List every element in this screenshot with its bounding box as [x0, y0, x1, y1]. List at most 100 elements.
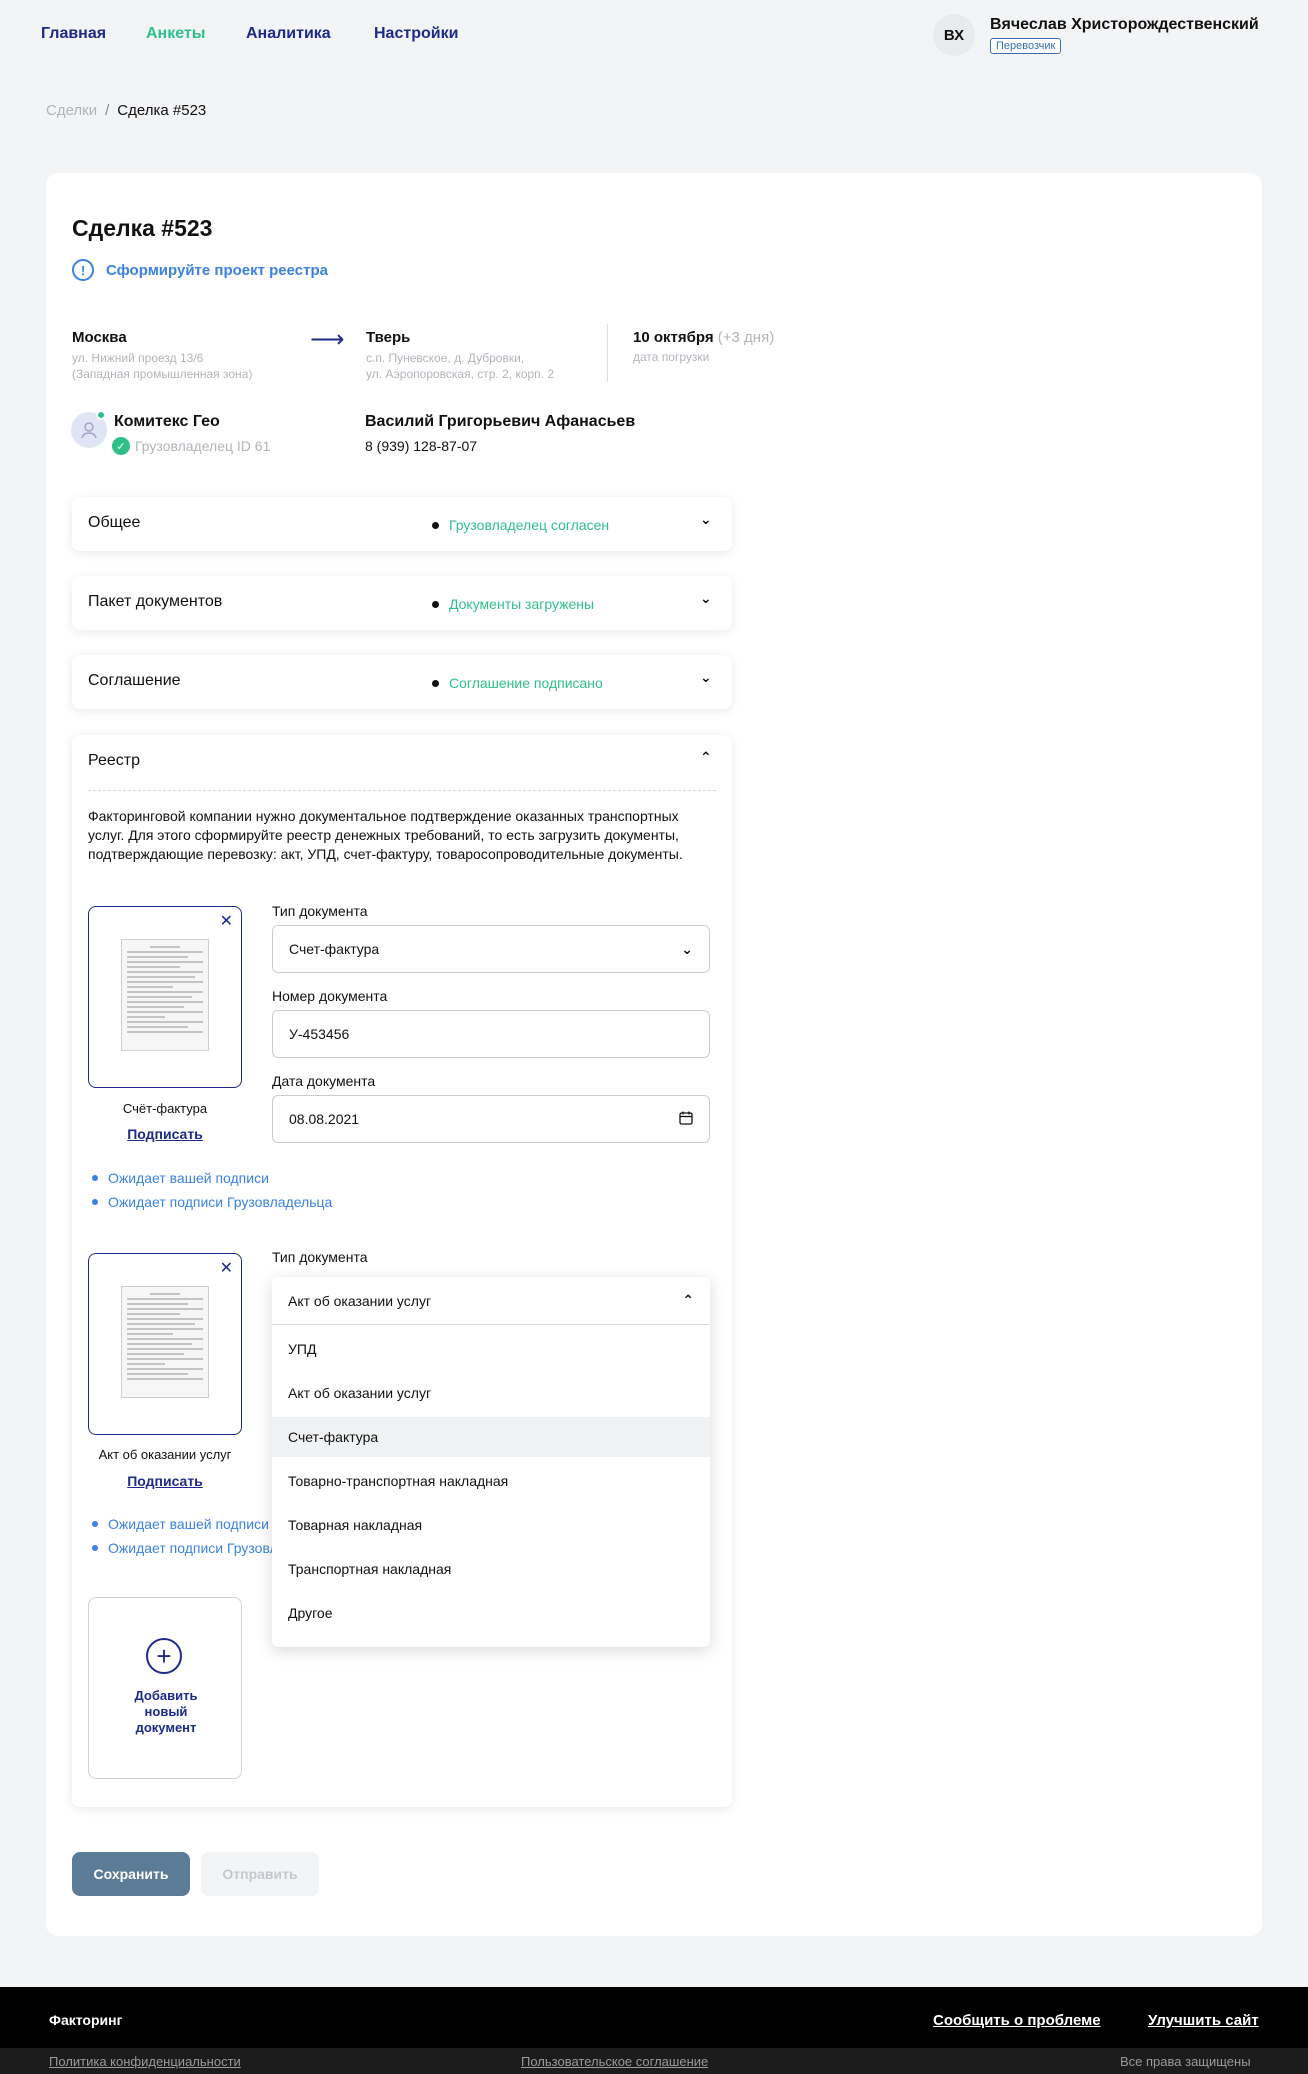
user-name: Вячеслав Христорождественский [990, 16, 1259, 33]
company-name[interactable]: Комитекс Гео [114, 413, 220, 431]
document-number-label: Номер документа [272, 988, 388, 1004]
document-thumbnail-icon [121, 939, 209, 1051]
load-date-label: дата погрузки [633, 350, 710, 364]
accordion-title: Реестр [88, 752, 140, 769]
accordion-general[interactable]: Общее Грузовладелец согласен ⌄ [72, 497, 732, 551]
load-date-value: 10 октября [633, 329, 714, 346]
dropdown-option[interactable]: Товарно-транспортная накладная [272, 1461, 710, 1501]
sign-link[interactable]: Подписать [88, 1473, 242, 1489]
add-document-button[interactable]: + Добавить новый документ [88, 1597, 242, 1779]
contact-name: Василий Григорьевич Афанасьев [365, 413, 636, 430]
company-role-text: Грузовладелец ID 61 [135, 438, 271, 454]
bullet-icon [92, 1175, 98, 1181]
breadcrumb-deals-link[interactable]: Сделки [46, 102, 97, 119]
status-badge: Документы загружены [432, 596, 594, 612]
status-dot-icon [432, 679, 439, 687]
chevron-up-icon[interactable]: ⌃ [700, 749, 712, 766]
document-type-dropdown[interactable]: Акт об оказании услуг ⌃ УПД Акт об оказа… [272, 1277, 710, 1647]
nav-item-settings[interactable]: Настройки [374, 25, 458, 43]
origin-city: Москва [72, 329, 127, 346]
report-problem-link[interactable]: Сообщить о проблеме [933, 2012, 1101, 2029]
chevron-down-icon[interactable]: ⌄ [700, 511, 712, 528]
document-thumbnail-icon [121, 1286, 209, 1398]
destination-city: Тверь [366, 329, 411, 346]
close-icon[interactable]: ✕ [220, 1258, 233, 1278]
document-type-label: Тип документа [272, 903, 368, 919]
document-preview[interactable]: ✕ [88, 1253, 242, 1435]
status-text: Ожидает вашей подписи [108, 1170, 269, 1186]
user-avatar[interactable]: ВХ [933, 14, 975, 56]
close-icon[interactable]: ✕ [220, 911, 233, 931]
load-date-extra: (+3 дня) [717, 329, 775, 346]
document-type-value: Счет-фактура [289, 941, 380, 957]
dropdown-option[interactable]: Акт об оказании услуг [272, 1373, 710, 1413]
status-text: Грузовладелец согласен [449, 517, 610, 533]
document-preview[interactable]: ✕ [88, 906, 242, 1088]
dropdown-option-highlighted[interactable]: Счет-фактура [272, 1417, 710, 1457]
nav-item-forms[interactable]: Анкеты [146, 25, 205, 43]
document-type-select[interactable]: Счет-фактура ⌄ [272, 925, 710, 973]
user-role-badge: Перевозчик [990, 38, 1062, 54]
breadcrumb: Сделки / Сделка #523 [46, 102, 206, 119]
route-destination: Тверь с.п. Пуневское, д. Дубровки, ул. А… [366, 329, 554, 382]
document-caption: Акт об оказании услуг [98, 1447, 232, 1462]
load-date: 10 октября (+3 дня) [633, 329, 774, 346]
status-text: Ожидает подписи Грузовладельца [108, 1194, 333, 1210]
calendar-icon[interactable] [679, 1111, 693, 1128]
document-number-input[interactable]: У-453456 [272, 1010, 710, 1058]
dropdown-selected[interactable]: Акт об оказании услуг ⌃ [272, 1277, 710, 1325]
send-button[interactable]: Отправить [201, 1852, 319, 1896]
bullet-icon [92, 1199, 98, 1205]
alert-message: ! Сформируйте проект реестра [72, 259, 328, 281]
status-awaiting-your-signature: Ожидает вашей подписи [92, 1516, 269, 1532]
status-badge: Соглашение подписано [432, 675, 603, 691]
breadcrumb-current: Сделка #523 [117, 102, 207, 119]
chevron-down-icon[interactable]: ⌄ [700, 669, 712, 686]
plus-circle-icon: + [146, 1638, 182, 1674]
document-caption: Счёт-фактура [122, 1101, 208, 1116]
document-date-value: 08.08.2021 [289, 1111, 360, 1127]
online-indicator [96, 410, 106, 420]
origin-address-line1: ул. Нижний проезд 13/6 [72, 351, 204, 365]
verified-shield-icon: ✓ [112, 437, 130, 455]
accordion-documents[interactable]: Пакет документов Документы загружены ⌄ [72, 576, 732, 630]
dropdown-option[interactable]: Транспортная накладная [272, 1549, 710, 1589]
contact-phone: 8 (939) 128-87-07 [365, 438, 478, 454]
deal-card: Сделка #523 ! Сформируйте проект реестра… [46, 173, 1262, 1936]
accordion-registry: Реестр ⌃ Факторинговой компании нужно до… [72, 735, 732, 1807]
destination-address-line1: с.п. Пуневское, д. Дубровки, [366, 351, 525, 365]
origin-address-line2: (Западная промышленная зона) [72, 367, 253, 381]
nav-item-home[interactable]: Главная [41, 25, 106, 43]
add-document-label: Добавить новый документ [134, 1688, 198, 1735]
bullet-icon [92, 1545, 98, 1551]
status-text: Документы загружены [449, 596, 595, 612]
footer-bottom-bar: Политика конфиденциальности Пользователь… [0, 2048, 1308, 2074]
dropdown-option[interactable]: Товарная накладная [272, 1505, 710, 1545]
info-icon: ! [72, 259, 94, 281]
accordion-title: Общее [88, 514, 141, 531]
footer-brand: Факторинг [49, 2012, 123, 2028]
status-awaiting-your-signature: Ожидает вашей подписи [92, 1170, 269, 1186]
route-origin: Москва ул. Нижний проезд 13/6 (Западная … [72, 329, 252, 382]
status-dot-icon [432, 521, 439, 529]
status-text: Ожидает вашей подписи [108, 1516, 269, 1532]
destination-address-line2: ул. Аэропоровская, стр. 2, корп. 2 [366, 367, 555, 381]
dropdown-option[interactable]: Другое [272, 1593, 710, 1633]
dropdown-option[interactable]: УПД [272, 1329, 710, 1369]
chevron-down-icon[interactable]: ⌄ [700, 590, 712, 607]
save-button[interactable]: Сохранить [72, 1852, 190, 1896]
document-date-input[interactable]: 08.08.2021 [272, 1095, 710, 1143]
divider [607, 324, 608, 382]
improve-site-link[interactable]: Улучшить сайт [1148, 2012, 1259, 2029]
status-dot-icon [432, 600, 439, 608]
page-title: Сделка #523 [72, 215, 213, 241]
status-awaiting-owner-signature: Ожидает подписи Грузовладельца [92, 1194, 332, 1210]
privacy-policy-link[interactable]: Политика конфиденциальности [49, 2054, 241, 2069]
status-badge: Грузовладелец согласен [432, 517, 609, 533]
sign-link[interactable]: Подписать [88, 1126, 242, 1142]
breadcrumb-separator: / [105, 102, 110, 119]
nav-item-analytics[interactable]: Аналитика [246, 25, 331, 43]
accordion-agreement[interactable]: Соглашение Соглашение подписано ⌄ [72, 655, 732, 709]
user-agreement-link[interactable]: Пользовательское соглашение [521, 2054, 708, 2069]
top-header: Главная Анкеты Аналитика Настройки ВХ Вя… [0, 0, 1308, 72]
